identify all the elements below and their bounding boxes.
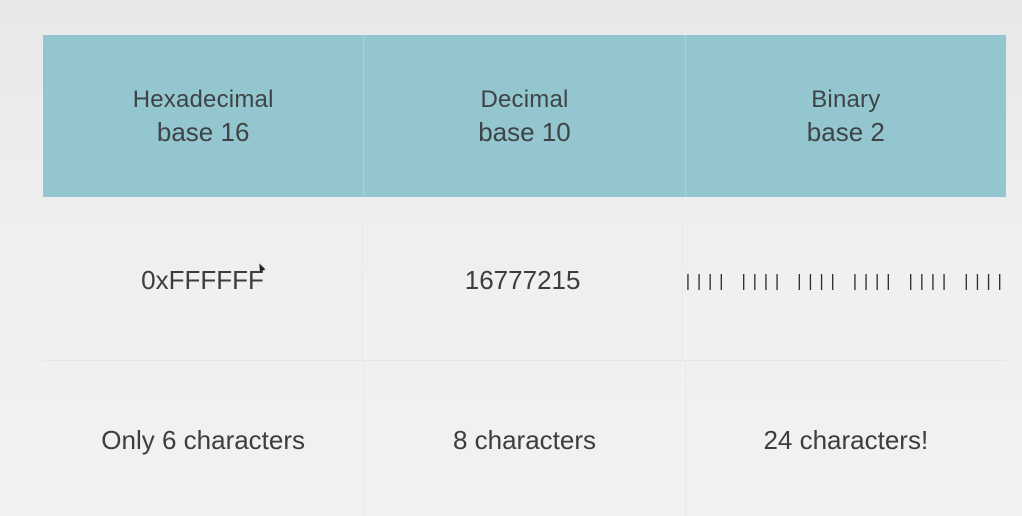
header-title: Decimal (480, 86, 569, 113)
header-cell-decimal: Decimal base 10 (364, 35, 686, 197)
header-title: Hexadecimal (132, 86, 274, 113)
binary-tally-marks: |||| |||| |||| |||| |||| |||| (683, 271, 1007, 290)
cell-hex-value: 0xFFFFFF (43, 197, 364, 360)
header-title: Binary (811, 86, 881, 113)
table-header-row: Hexadecimal base 16 Decimal base 10 Bina… (43, 35, 1006, 197)
cell-hex-length: Only 6 characters (43, 361, 365, 516)
header-base: base 16 (156, 117, 250, 147)
cell-decimal-value: 16777215 (363, 197, 684, 360)
comparison-table: Hexadecimal base 16 Decimal base 10 Bina… (43, 35, 1006, 516)
cell-binary-length: 24 characters! (763, 424, 929, 455)
table-row-lengths: Only 6 characters 8 characters 24 charac… (43, 361, 1006, 516)
header-base: base 2 (806, 117, 885, 147)
table-row-values: 0xFFFFFF 16777215 |||| |||| |||| |||| ||… (43, 197, 1006, 361)
header-cell-hexadecimal: Hexadecimal base 16 (43, 35, 365, 197)
cell-decimal-length: 8 characters (364, 361, 686, 516)
header-cell-binary: Binary base 2 (686, 35, 1006, 197)
cell-binary-value: |||| |||| |||| |||| |||| |||| (683, 197, 1006, 360)
header-base: base 10 (478, 117, 571, 147)
